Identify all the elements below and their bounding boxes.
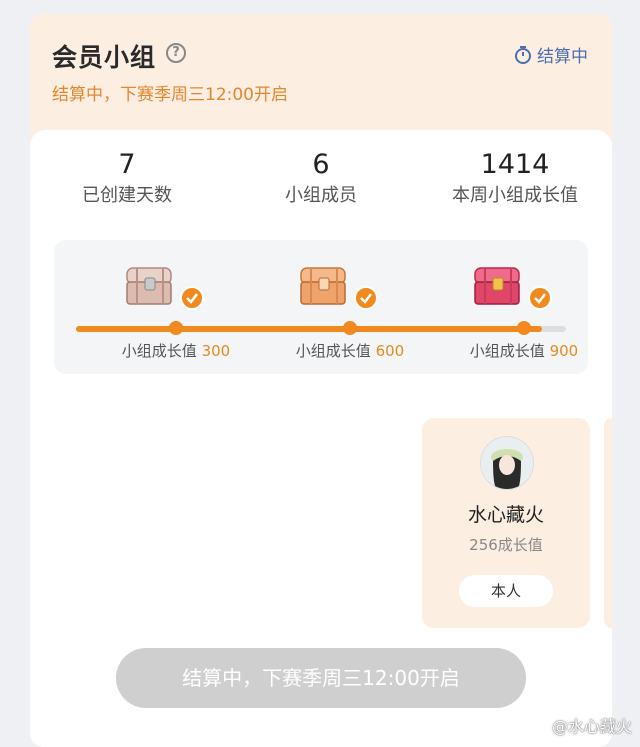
stat-label: 本周小组成长值	[452, 185, 578, 206]
stat-label: 已创建天数	[82, 185, 172, 206]
milestone-value: 300	[201, 342, 231, 360]
milestone-value: 900	[549, 342, 579, 360]
milestone-text: 小组成长值	[295, 342, 371, 360]
milestone-label-300: 小组成长值 300	[91, 340, 261, 361]
settlement-status: 结算中	[514, 42, 588, 67]
progress-fill	[76, 326, 542, 332]
milestone-label-600: 小组成长值 600	[265, 340, 435, 361]
stat-value: 6	[312, 149, 330, 180]
check-icon	[528, 286, 552, 310]
stat-label: 小组成员	[285, 185, 357, 206]
settlement-button[interactable]: 结算中，下赛季周三12:00开启	[116, 648, 526, 708]
member-name: 水心藏火	[467, 504, 544, 526]
stat-members: 6 小组成员	[224, 148, 418, 210]
milestone-label-900: 小组成长值 900	[439, 340, 609, 361]
red-chest-icon[interactable]	[471, 260, 525, 308]
next-member-card-edge[interactable]	[604, 418, 612, 628]
check-icon	[180, 286, 204, 310]
stat-weekly-growth: 1414 本周小组成长值	[418, 148, 612, 210]
stats-row: 7 已创建天数 6 小组成员 1414 本周小组成长值	[30, 148, 612, 218]
progress-node	[517, 321, 531, 335]
reward-progress-box: 小组成长值 300 小组成长值 600 小组成长值 900	[54, 240, 588, 374]
status-label: 结算中	[537, 47, 588, 67]
member-growth: 256成长值	[469, 536, 543, 554]
check-icon	[354, 286, 378, 310]
self-badge: 本人	[459, 575, 553, 607]
progress-node	[343, 321, 357, 335]
silver-chest-icon[interactable]	[123, 260, 177, 308]
milestone-text: 小组成长值	[121, 342, 197, 360]
member-card[interactable]: 水心藏火 256成长值 本人	[422, 418, 590, 628]
milestone-value: 600	[375, 342, 405, 360]
stat-created-days: 7 已创建天数	[30, 148, 224, 210]
progress-node	[169, 321, 183, 335]
member-group-card: 会员小组 ? 结算中 结算中，下赛季周三12:00开启 7 已创建天数 6 小组…	[30, 14, 612, 747]
season-subtitle: 结算中，下赛季周三12:00开启	[52, 85, 288, 105]
weibo-icon	[528, 720, 546, 733]
bronze-chest-icon[interactable]	[297, 260, 351, 308]
main-panel: 7 已创建天数 6 小组成员 1414 本周小组成长值 小组成长值 300 小组…	[30, 130, 612, 747]
watermark: @水心藏火	[528, 713, 632, 737]
watermark-text: @水心藏火	[551, 717, 632, 736]
stat-value: 7	[118, 149, 136, 180]
timer-icon	[515, 45, 531, 64]
progress-track	[76, 326, 566, 332]
milestone-text: 小组成长值	[469, 342, 545, 360]
question-circle-icon[interactable]: ?	[166, 43, 186, 63]
stat-value: 1414	[480, 149, 550, 180]
avatar[interactable]	[480, 436, 534, 490]
page-title: 会员小组	[52, 43, 157, 72]
